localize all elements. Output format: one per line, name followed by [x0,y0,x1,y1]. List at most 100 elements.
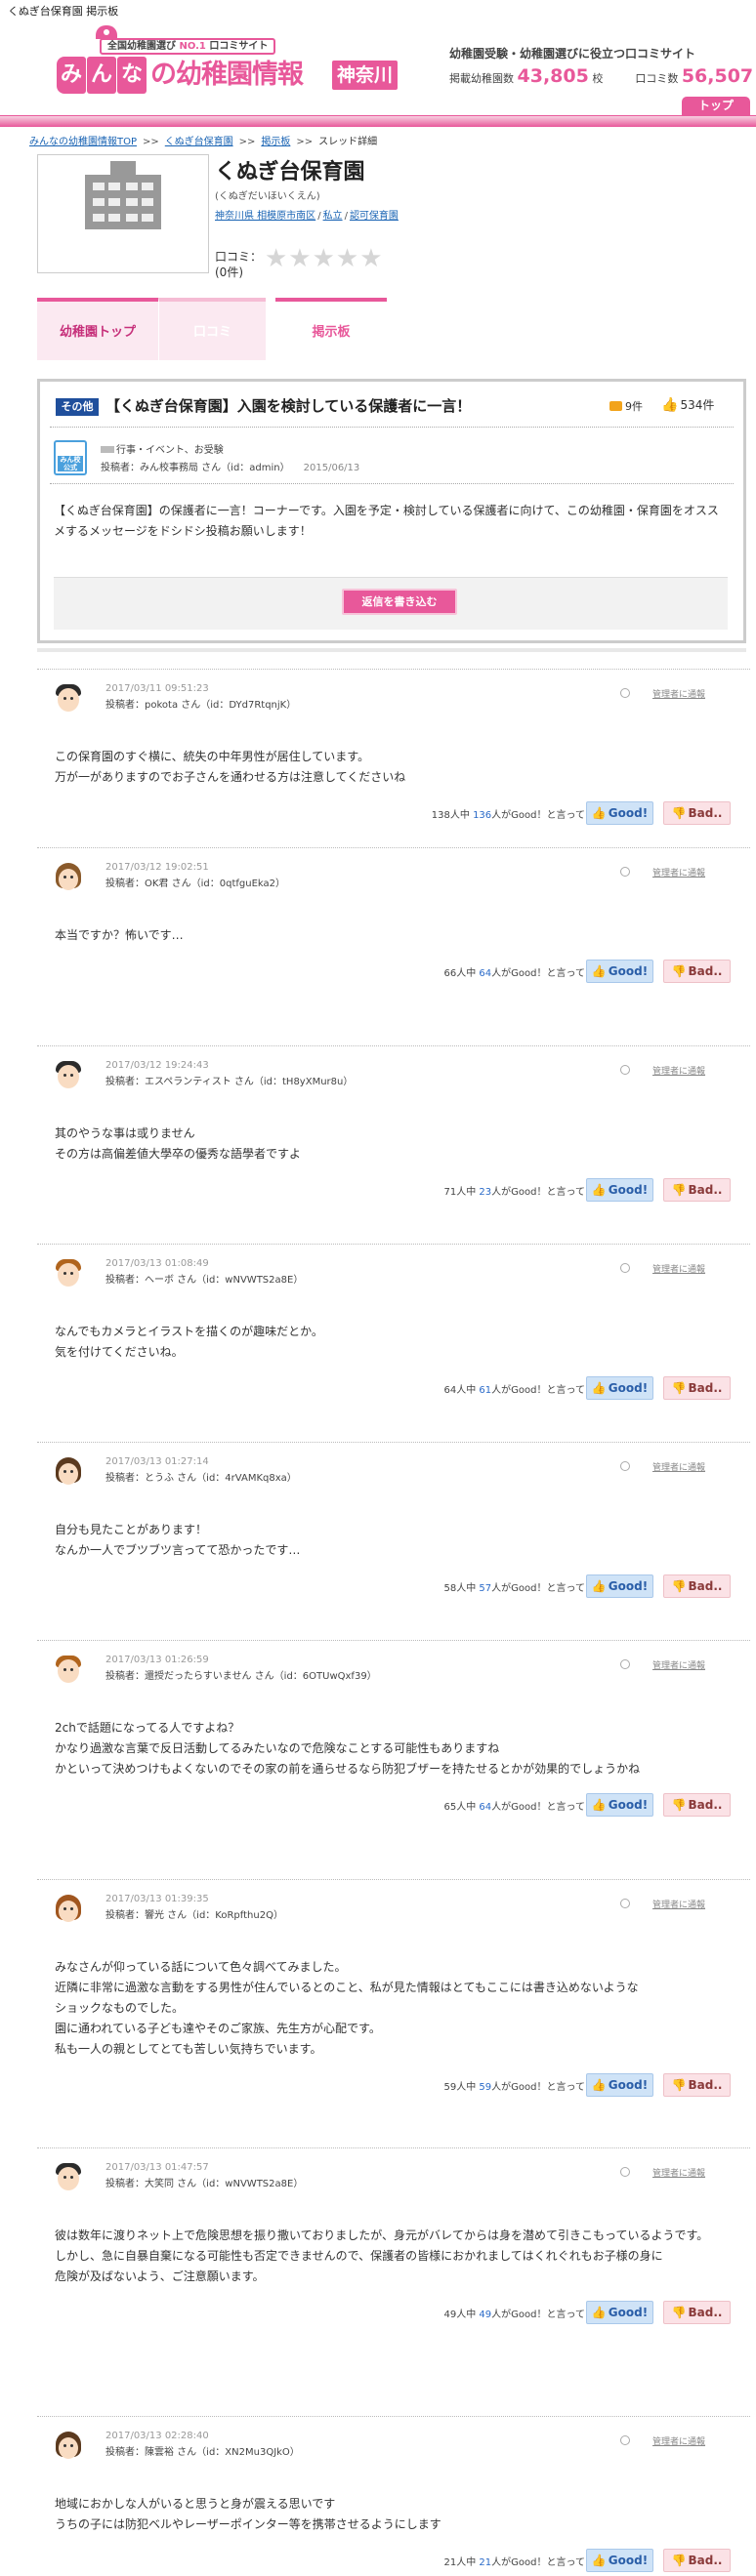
tag-private[interactable]: 私立 [323,211,343,222]
like-count-value: 534件 [680,398,715,412]
thumbs-down-icon: 👎 [671,2554,687,2567]
thread-tags-text: 行事・イベント、お受験 [116,445,224,456]
good-button[interactable]: 👍 Good! [586,2073,653,2097]
thumbs-down-icon: 👎 [671,1579,687,1593]
breadcrumb-item-board[interactable]: 掲示板 [261,137,290,147]
stat-mid: 人中 [456,968,477,979]
good-label: Good! [608,806,649,820]
breadcrumb: みんなの幼稚園情報TOP >> くぬぎ台保育園 >> 掲示板 >> スレッド詳細 [0,127,756,150]
post-body: この保育園のすぐ横に、統失の中年男性が居住しています。 万が一がありますのでお子… [55,750,406,784]
tab-board[interactable]: 掲示板 [275,298,387,378]
thread-tags: 行事・イベント、お受験 [101,441,224,456]
report-link[interactable]: 管理者に通報 [652,1262,705,1275]
report-link[interactable]: 管理者に通報 [652,1460,705,1473]
thumbs-down-icon: 👎 [671,2078,687,2092]
listed-unit: 校 [592,72,604,85]
thumbs-up-icon: 👍 [591,2078,607,2092]
good-button[interactable]: 👍 Good! [586,1574,653,1598]
logo-tagline-no1: NO.1 [179,41,206,52]
post-author: 投稿者：へーボ さん（id：wNVWTS2a8E） [105,1275,304,1286]
stat-good: 136 [473,810,492,821]
header-description: 幼稚園受験・幼稚園選びに役立つ口コミサイト [449,47,696,61]
post-date: 2017/03/13 01:47:57 [105,2162,209,2173]
post-date: 2017/03/12 19:24:43 [105,1060,209,1071]
bad-label: Bad.. [688,2554,723,2567]
top-button[interactable]: トップ [682,97,750,115]
building-icon [85,161,161,229]
breadcrumb-sep: >> [143,137,159,147]
good-button[interactable]: 👍 Good! [586,960,653,983]
thread-title: 【くぬぎ台保育園】入園を検討している保護者に一言！ [105,397,472,415]
breadcrumb-item-top[interactable]: みんなの幼稚園情報TOP [29,137,137,147]
clock-icon [620,1065,630,1075]
report-link[interactable]: 管理者に通報 [652,2434,705,2447]
post-date: 2017/03/13 01:39:35 [105,1894,209,1904]
bad-button[interactable]: 👎 Bad.. [663,1178,731,1202]
review-label: 口コミ数 [635,72,679,85]
report-link[interactable]: 管理者に通報 [652,2166,705,2179]
stat-good: 64 [479,1802,492,1813]
stat-mid: 人中 [456,2310,477,2320]
user-avatar-icon [51,1255,86,1290]
good-button[interactable]: 👍 Good! [586,1376,653,1400]
thread-poster: 投稿者：みん校事務局 さん（id：admin） [101,463,290,473]
breadcrumb-sep: >> [296,137,314,147]
bad-button[interactable]: 👎 Bad.. [663,2549,731,2572]
thread-date: 2015/06/13 [303,463,360,473]
report-link[interactable]: 管理者に通報 [652,1064,705,1077]
bad-button[interactable]: 👎 Bad.. [663,960,731,983]
divider [50,427,734,428]
post-body: 地域におかしな人がいると思うと身が震える思いです うちの子には防犯ベルやレーザー… [55,2497,441,2531]
stat-good: 23 [479,1187,492,1198]
clock-icon [620,1899,630,1908]
report-link[interactable]: 管理者に通報 [652,866,705,879]
clock-icon [620,688,630,698]
tab-school-top[interactable]: 幼稚園トップ [37,298,158,360]
good-button[interactable]: 👍 Good! [586,1178,653,1202]
post-body: 本当ですか？怖いです… [55,928,184,942]
thumbs-down-icon: 👎 [671,1183,687,1197]
site-logo[interactable]: 全国幼稚園選び NO.1 口コミサイト み ん な の幼稚園情報 神奈川 [57,25,399,100]
stat-total: 49 [443,2310,457,2320]
good-button[interactable]: 👍 Good! [586,2549,653,2572]
clock-icon [620,867,630,877]
good-label: Good! [608,1183,649,1197]
post-body: みなさんが仰っている話について色々調べてみました。 近隣に非常に過激な言動をする… [55,1960,639,2056]
good-button[interactable]: 👍 Good! [586,801,653,825]
tag-type[interactable]: 認可保育園 [350,211,399,222]
reply-button[interactable]: 返信を書き込む [342,589,457,615]
post-divider [37,1244,750,1245]
bad-button[interactable]: 👎 Bad.. [663,1793,731,1817]
good-label: Good! [608,2078,649,2092]
report-link[interactable]: 管理者に通報 [652,1658,705,1671]
bad-button[interactable]: 👎 Bad.. [663,1376,731,1400]
post-author: 投稿者：pokota さん（id：DYd7RtqnjK） [105,700,297,711]
bad-button[interactable]: 👎 Bad.. [663,801,731,825]
good-button[interactable]: 👍 Good! [586,1793,653,1817]
clock-icon [620,1659,630,1669]
bad-button[interactable]: 👎 Bad.. [663,2073,731,2097]
thumbs-up-icon: 👍 [591,1381,607,1395]
bad-button[interactable]: 👎 Bad.. [663,2301,731,2324]
thumbs-up-icon: 👍 [591,806,607,820]
breadcrumb-item-school[interactable]: くぬぎ台保育園 [165,137,233,147]
good-label: Good! [608,964,649,978]
bad-button[interactable]: 👎 Bad.. [663,1574,731,1598]
tab-reviews[interactable]: 口コミ [158,298,266,360]
stat-total: 65 [443,1802,457,1813]
bad-label: Bad.. [688,806,723,820]
stat-mid: 人中 [456,2557,477,2568]
thumbs-up-icon: 👍 [591,964,607,978]
stat-total: 66 [443,968,457,979]
thread-comment-count: 9件 [609,398,643,414]
good-label: Good! [608,2306,649,2319]
page-title: くぬぎ台保育園 掲示板 [8,5,119,18]
stat-good: 49 [479,2310,492,2320]
report-link[interactable]: 管理者に通報 [652,1898,705,1910]
user-avatar-icon [51,859,86,894]
post-divider [37,1879,750,1880]
header-bar [0,115,756,127]
report-link[interactable]: 管理者に通報 [652,687,705,700]
good-button[interactable]: 👍 Good! [586,2301,653,2324]
tag-area[interactable]: 神奈川県 相模原市南区 [215,211,315,222]
